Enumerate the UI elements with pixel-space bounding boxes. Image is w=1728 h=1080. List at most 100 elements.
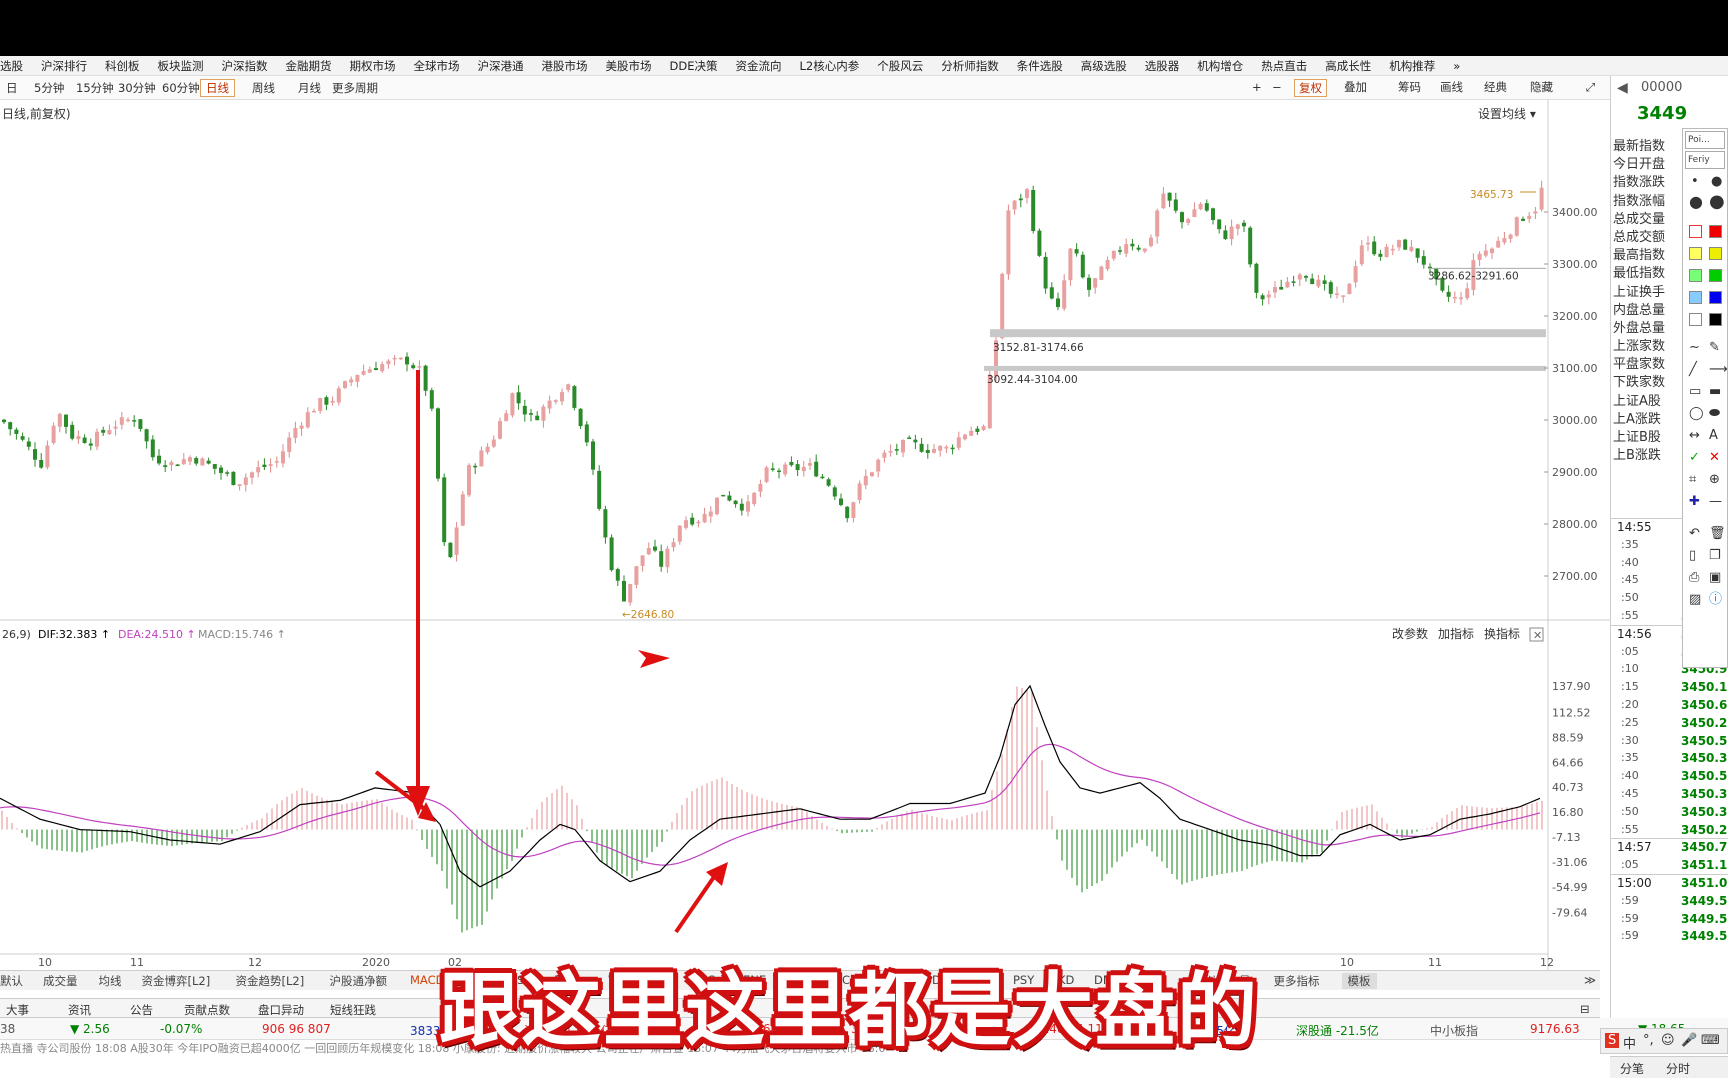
indicator-tab-10[interactable]: WR xyxy=(608,973,627,987)
menu-item-5[interactable]: 金融期货 xyxy=(277,56,341,75)
menu-item-6[interactable]: 期权市场 xyxy=(341,56,405,75)
chart-tool-0[interactable]: + xyxy=(1252,79,1262,97)
menu-item-17[interactable]: 高级选股 xyxy=(1072,56,1136,75)
right-tab-0[interactable]: 分笔 xyxy=(1620,1060,1644,1077)
filled-ellipse-tool-icon[interactable]: ⬬ xyxy=(1709,407,1720,421)
menu-item-7[interactable]: 全球市场 xyxy=(405,56,469,75)
indicator-tab-12[interactable]: BIAS xyxy=(689,973,715,987)
menu-item-22[interactable]: 机构推荐 xyxy=(1380,56,1444,75)
chart-tool-1[interactable]: − xyxy=(1272,79,1282,97)
indicator-tab-20[interactable]: KD xyxy=(1058,973,1074,987)
menu-item-1[interactable]: 沪深排行 xyxy=(32,56,96,75)
ime-icon-0[interactable]: S xyxy=(1605,1033,1620,1048)
menu-item-16[interactable]: 条件选股 xyxy=(1008,56,1072,75)
chart-tool-7[interactable]: 隐藏 xyxy=(1530,79,1553,97)
swatch-yellow-icon[interactable] xyxy=(1709,247,1722,260)
text-tool-icon[interactable]: A xyxy=(1709,429,1718,443)
panel-toggle-icon[interactable]: ⊟ xyxy=(1580,1002,1590,1016)
ime-icon-4[interactable]: 🎤 xyxy=(1681,1033,1697,1048)
menu-item-0[interactable]: 选股 xyxy=(0,56,32,75)
indicator-tab-3[interactable]: 资金博弈[L2] xyxy=(142,973,211,989)
chart-area[interactable]: 3152.81-3174.66 3092.44-3104.00 3286.62-32… xyxy=(0,100,1610,1000)
chart-tool-2[interactable]: 复权 xyxy=(1294,79,1327,97)
menu-item-14[interactable]: 个股风云 xyxy=(868,56,932,75)
swatch-white-icon[interactable] xyxy=(1689,225,1702,238)
indicator-tab-13[interactable]: ENE xyxy=(743,973,766,987)
rect-tool-icon[interactable]: ▭ xyxy=(1689,385,1701,399)
image-icon[interactable]: ▨ xyxy=(1689,593,1701,607)
indicator-tab-8[interactable]: RSI xyxy=(509,973,528,987)
news-tab-3[interactable]: 贡献点数 xyxy=(184,1002,230,1018)
check-icon[interactable]: ✓ xyxy=(1689,451,1700,465)
copy-icon[interactable]: ❐ xyxy=(1709,549,1721,563)
menu-item-19[interactable]: 机构增仓 xyxy=(1188,56,1252,75)
small-dot-icon[interactable]: • xyxy=(1691,175,1699,189)
swatch-black-icon[interactable] xyxy=(1709,313,1722,326)
swatch-lightgreen-icon[interactable] xyxy=(1689,269,1702,282)
menu-item-2[interactable]: 科创板 xyxy=(96,56,149,75)
indicator-tab-4[interactable]: 资金趋势[L2] xyxy=(236,973,305,989)
news-scroll[interactable]: 热直播 寺公司股份 18:08 A股30年 今年IPO融资已超4000亿 一回回… xyxy=(0,1040,1728,1080)
indicator-tab-11[interactable]: OBV xyxy=(644,973,668,987)
news-text[interactable]: 热直播 寺公司股份 18:08 A股30年 今年IPO融资已超4000亿 一回回… xyxy=(0,1040,886,1056)
swatch-green-icon[interactable] xyxy=(1709,269,1722,282)
news-tab-1[interactable]: 资讯 xyxy=(68,1002,91,1018)
menu-item-21[interactable]: 高成长性 xyxy=(1316,56,1380,75)
chart-tool-6[interactable]: 经典 xyxy=(1484,79,1507,97)
xlarge-dot-icon[interactable]: ● xyxy=(1709,193,1725,211)
expand-icon[interactable]: ⤢ xyxy=(1586,79,1595,97)
menu-item-23[interactable]: » xyxy=(1444,56,1469,75)
ime-icon-3[interactable]: ☺ xyxy=(1661,1033,1675,1048)
menu-item-9[interactable]: 港股市场 xyxy=(533,56,597,75)
indicator-tab-7[interactable]: KDJ xyxy=(464,973,484,987)
swatch-red-icon[interactable] xyxy=(1709,225,1722,238)
chart-tool-5[interactable]: 画线 xyxy=(1440,79,1463,97)
menu-item-3[interactable]: 板块监测 xyxy=(149,56,213,75)
crop-tool-icon[interactable]: ⌗ xyxy=(1689,473,1696,487)
trash-icon[interactable]: 🗑 xyxy=(1709,527,1726,541)
period-1[interactable]: 5分钟 xyxy=(28,79,70,97)
indicator-tab-17[interactable]: DKX xyxy=(932,973,956,987)
indicator-tab-5[interactable]: 沪股通净额 xyxy=(330,973,388,989)
macd-btn-0[interactable]: 改参数 xyxy=(1392,626,1428,641)
save-icon[interactable]: ▣ xyxy=(1709,571,1721,585)
news-tab-2[interactable]: 公告 xyxy=(130,1002,153,1018)
indicator-tab-22[interactable]: TRIX xyxy=(1139,973,1165,987)
plus-tool-icon[interactable]: ✚ xyxy=(1689,495,1700,509)
indicator-tab-25[interactable]: 模板 xyxy=(1341,973,1377,989)
menu-item-13[interactable]: L2核心内参 xyxy=(790,56,868,75)
indicator-tab-0[interactable]: 默认 xyxy=(0,973,23,989)
print-icon[interactable]: ⎙ xyxy=(1689,571,1699,585)
minus-tool-icon[interactable]: — xyxy=(1709,495,1722,509)
indicator-tab-2[interactable]: 均线 xyxy=(99,973,122,989)
swatch-lightyellow-icon[interactable] xyxy=(1689,247,1702,260)
back-arrow-icon[interactable]: ◀ xyxy=(1617,80,1628,96)
macd-btn-1[interactable]: 加指标 xyxy=(1438,626,1474,641)
swatch-white2-icon[interactable] xyxy=(1689,313,1702,326)
info-icon[interactable]: ⓘ xyxy=(1709,593,1722,607)
line-tool-icon[interactable]: ╱ xyxy=(1689,363,1697,377)
large-dot-icon[interactable]: ● xyxy=(1689,194,1703,210)
macd-btn-2[interactable]: 换指标 xyxy=(1484,626,1520,641)
medium-dot-icon[interactable]: ● xyxy=(1711,175,1722,189)
indicator-tab-9[interactable]: BOLL xyxy=(554,973,584,987)
swatch-blue-icon[interactable] xyxy=(1709,291,1722,304)
indicator-tab-15[interactable]: CCI xyxy=(842,973,861,987)
menu-item-20[interactable]: 热点直击 xyxy=(1252,56,1316,75)
period-4[interactable]: 60分钟 xyxy=(156,79,206,97)
period-8[interactable]: 更多周期 xyxy=(326,79,384,97)
indicator-tab-23[interactable]: 虚拟成交量 xyxy=(1193,973,1251,989)
menu-item-15[interactable]: 分析师指数 xyxy=(932,56,1008,75)
indicator-tab-6[interactable]: MACD xyxy=(410,973,444,987)
undo-icon[interactable]: ↶ xyxy=(1689,527,1700,541)
menu-item-4[interactable]: 沪深指数 xyxy=(213,56,277,75)
menu-item-8[interactable]: 沪深港通 xyxy=(469,56,533,75)
indicator-tab-24[interactable]: 更多指标 xyxy=(1274,973,1320,989)
indicator-tab-19[interactable]: PSY xyxy=(1013,973,1034,987)
ime-icon-1[interactable]: 中 xyxy=(1623,1033,1636,1052)
news-tab-0[interactable]: 大事 xyxy=(6,1002,29,1018)
indicator-tab-21[interactable]: DMA xyxy=(1094,973,1121,987)
measure-tool-icon[interactable]: ↔ xyxy=(1689,429,1700,443)
tabs-more-icon[interactable]: ≫ xyxy=(1584,973,1596,987)
indicator-tab-18[interactable]: CR xyxy=(977,973,993,987)
